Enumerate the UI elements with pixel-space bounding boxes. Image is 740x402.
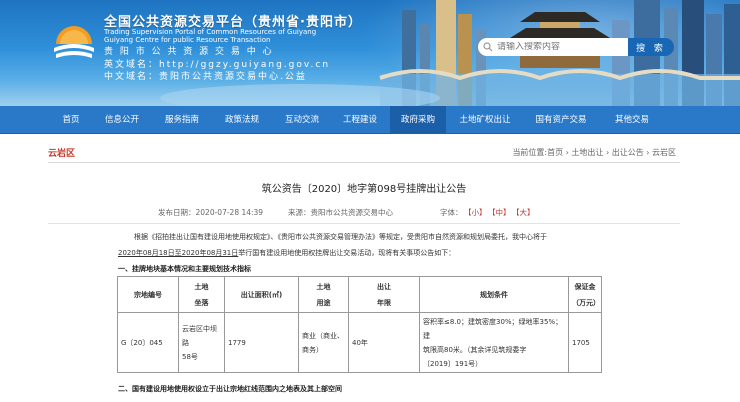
nav-item-home[interactable]: 首页 bbox=[48, 106, 94, 134]
cell-planning-conditions: 容积率≤8.0；建筑密度30%；绿地率35%；建 筑限高80米。（其余详见筑规委… bbox=[419, 312, 569, 373]
org-name: 贵 阳 市 公 共 资 源 交 易 中 心 bbox=[104, 47, 274, 57]
site-logo-icon bbox=[54, 26, 94, 58]
article-source: 来源：贵阳市公共资源交易中心 bbox=[288, 208, 393, 217]
col-term: 出让 年限 bbox=[348, 276, 420, 313]
nav-item-policies[interactable]: 政策法规 bbox=[216, 106, 268, 134]
cell-parcel-id: G〔20〕045 bbox=[117, 312, 179, 373]
site-title-english: Trading Supervision Portal of Common Res… bbox=[104, 28, 317, 44]
col-deposit: 保证金 （万元） bbox=[568, 276, 602, 313]
nav-item-engineering[interactable]: 工程建设 bbox=[334, 106, 386, 134]
chinese-domain: 中文域名：贵阳市公共资源交易中心.公益 bbox=[104, 72, 307, 82]
nav-item-land-mining[interactable]: 土地矿权出让 bbox=[452, 106, 518, 134]
nav-item-state-assets[interactable]: 国有资产交易 bbox=[528, 106, 594, 134]
cell-deposit: 1705 bbox=[568, 312, 602, 373]
nav-item-other[interactable]: 其他交易 bbox=[606, 106, 658, 134]
cell-location: 云岩区中坝路 58号 bbox=[178, 312, 225, 373]
font-large-button[interactable]: 【大】 bbox=[512, 207, 535, 218]
publish-date: 发布日期：2020-07-28 14:39 bbox=[158, 208, 264, 217]
cell-land-use: 商业（商业、 商务） bbox=[298, 312, 349, 373]
nav-item-info-disclosure[interactable]: 信息公开 bbox=[96, 106, 148, 134]
cell-area: 1779 bbox=[224, 312, 299, 373]
font-size-label: 字体： bbox=[440, 208, 463, 217]
section-heading-2: 二、国有建设用地使用权设立于出让宗地红线范围内之地表及其上部空间 bbox=[118, 385, 342, 393]
col-location: 土地 坐落 bbox=[178, 276, 225, 313]
col-land-use: 土地 用途 bbox=[298, 276, 349, 313]
nav-item-government-procurement[interactable]: 政府采购 bbox=[390, 106, 446, 134]
main-nav: 首页 信息公开 服务指南 政策法规 互动交流 工程建设 政府采购 土地矿权出让 … bbox=[0, 106, 740, 134]
section-heading-1: 一、挂牌地块基本情况和主要规划技术指标 bbox=[118, 265, 251, 273]
search-input[interactable] bbox=[497, 42, 622, 52]
nav-item-service-guide[interactable]: 服务指南 bbox=[156, 106, 208, 134]
divider bbox=[48, 223, 680, 224]
breadcrumb-bar: 云岩区 当前位置:首页 › 土地出让 › 出让公告 › 云岩区 bbox=[48, 143, 680, 163]
search-button[interactable]: 搜 索 bbox=[628, 38, 674, 56]
col-planning-conditions: 规划条件 bbox=[419, 276, 569, 313]
breadcrumb[interactable]: 当前位置:首页 › 土地出让 › 出让公告 › 云岩区 bbox=[512, 147, 676, 158]
nav-item-interaction[interactable]: 互动交流 bbox=[276, 106, 328, 134]
col-area: 出让面积(㎡) bbox=[224, 276, 299, 313]
search-box bbox=[478, 38, 628, 56]
schedule-paragraph: 2020年08月18日至2020年08月31日举行国有建设用地使用权挂牌出让交易… bbox=[118, 249, 456, 257]
intro-paragraph: 根据《招拍挂出让国有建设用地使用权规定》、《贵阳市公共资源交易管理办法》等规定，… bbox=[134, 233, 547, 241]
col-parcel-id: 宗地编号 bbox=[117, 276, 179, 313]
table-row: G〔20〕045 云岩区中坝路 58号 1779 商业（商业、 商务） 40年 … bbox=[117, 312, 602, 373]
search-icon bbox=[483, 42, 493, 52]
table-header-row: 宗地编号 土地 坐落 出让面积(㎡) 土地 用途 出让 年限 规划条件 保证金 … bbox=[117, 276, 602, 313]
font-medium-button[interactable]: 【中】 bbox=[488, 207, 511, 218]
land-parcel-table: 宗地编号 土地 坐落 出让面积(㎡) 土地 用途 出让 年限 规划条件 保证金 … bbox=[117, 276, 602, 373]
trading-period: 2020年08月18日至2020年08月31日 bbox=[118, 249, 239, 257]
section-title: 云岩区 bbox=[48, 149, 76, 159]
article-meta: 发布日期：2020-07-28 14:39 来源：贵阳市公共资源交易中心 字体：… bbox=[48, 207, 680, 219]
article-title: 筑公资告〔2020〕地字第098号挂牌出让公告 bbox=[261, 184, 467, 195]
site-header: 全国公共资源交易平台（贵州省·贵阳市） Trading Supervision … bbox=[0, 0, 740, 106]
font-small-button[interactable]: 【小】 bbox=[464, 207, 487, 218]
cell-term: 40年 bbox=[348, 312, 420, 373]
